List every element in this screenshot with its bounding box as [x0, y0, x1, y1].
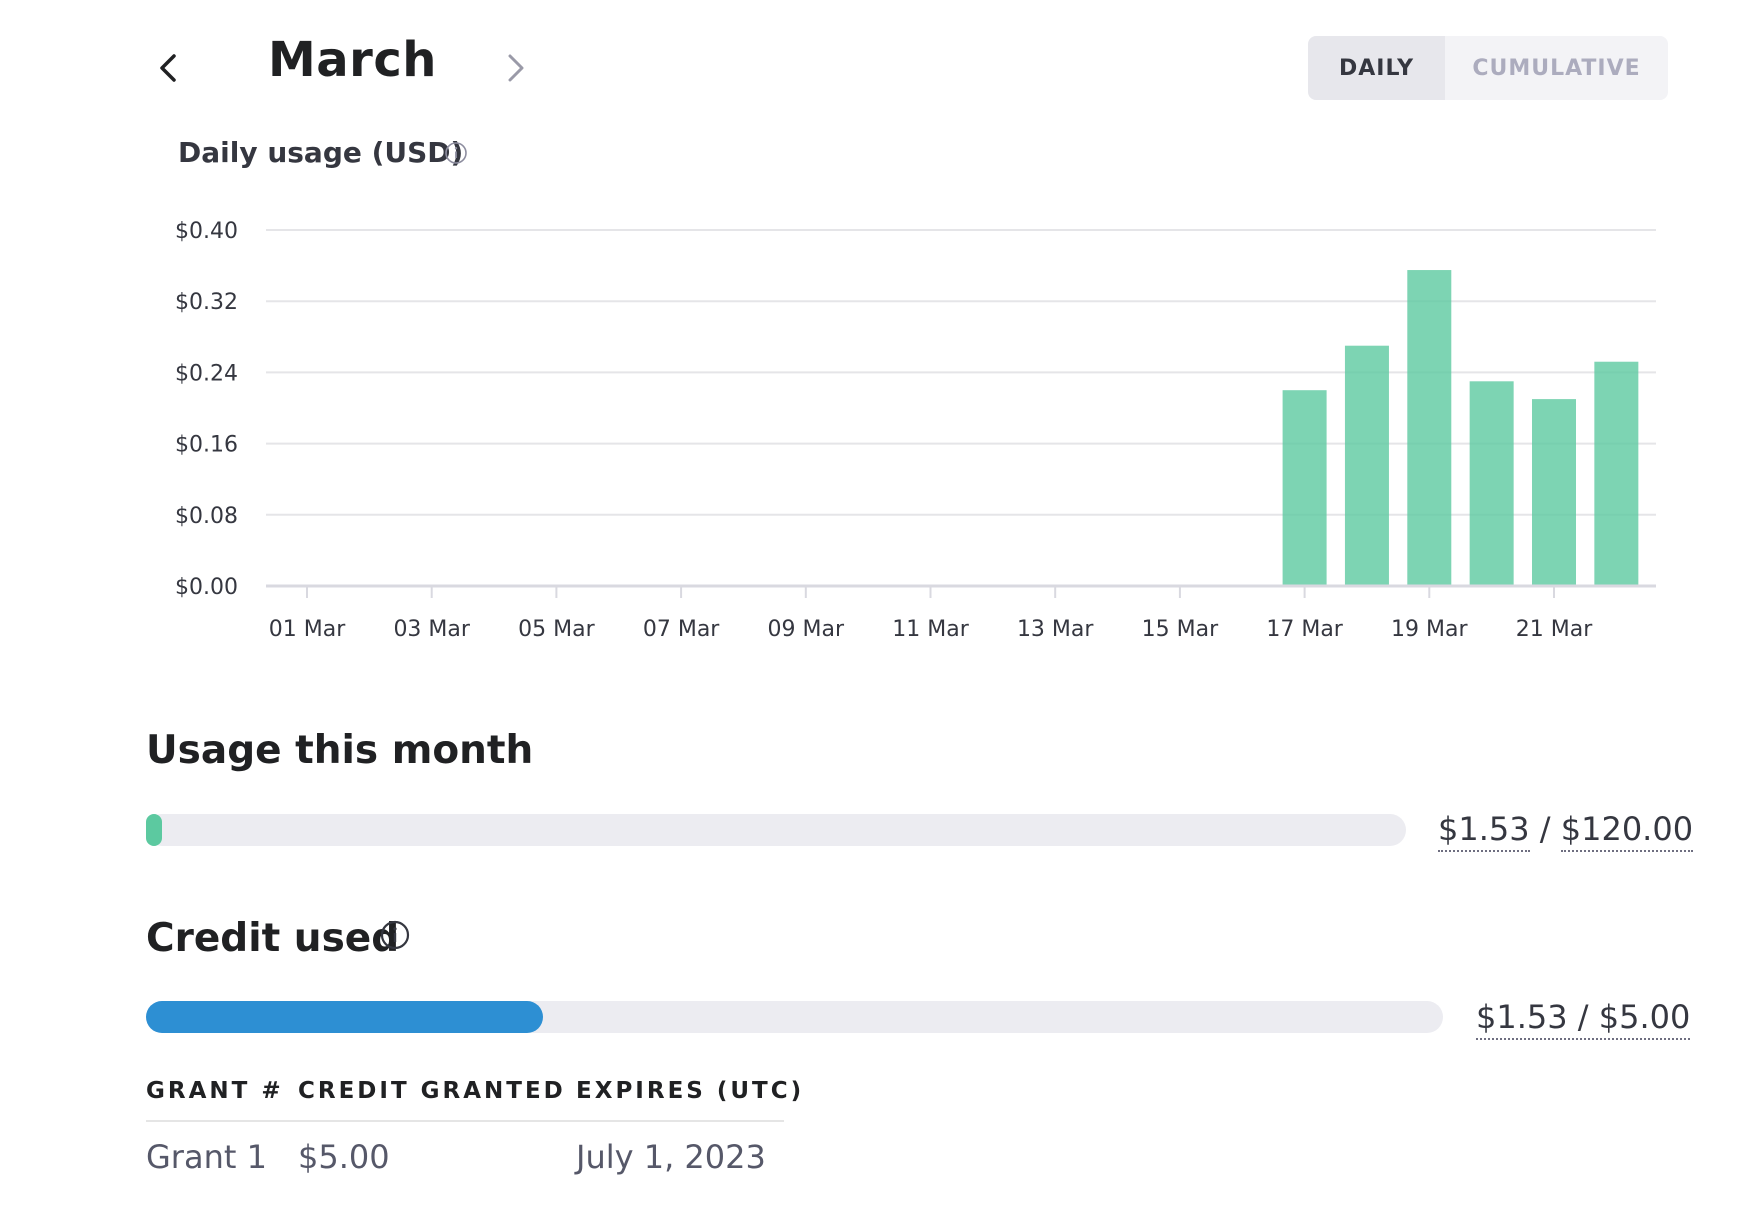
chart-bar — [1344, 345, 1389, 586]
usage-progress-fill — [146, 814, 163, 846]
credit-granted-header: CREDIT GRANTED — [298, 1078, 566, 1104]
y-axis-ticks: $0.40 $0.32 $0.24 $0.16 $0.08 $0.00 — [175, 219, 238, 600]
info-icon — [445, 142, 467, 164]
grant-expiry-cell: July 1, 2023 — [576, 1138, 766, 1176]
y-tick-label: $0.32 — [175, 290, 238, 315]
grant-number-header: GRANT # — [146, 1078, 284, 1104]
chart-bar — [1469, 381, 1514, 586]
toggle-daily-button[interactable]: DAILY — [1308, 36, 1445, 100]
chart-bars — [1282, 270, 1639, 586]
info-icon — [380, 920, 410, 950]
usage-amount: $1.53 / $120.00 — [1438, 810, 1694, 852]
grant-name-cell: Grant 1 — [146, 1138, 267, 1176]
usage-used-value[interactable]: $1.53 — [1438, 810, 1530, 852]
x-tick-label: 05 Mar — [518, 617, 595, 642]
view-toggle: DAILY CUMULATIVE — [1308, 36, 1668, 100]
x-tick-label: 09 Mar — [768, 617, 845, 642]
chart-info-button[interactable] — [444, 141, 468, 169]
x-tick-label: 19 Mar — [1391, 617, 1468, 642]
toggle-cumulative-button[interactable]: CUMULATIVE — [1445, 36, 1668, 100]
chart-title: Daily usage (USD) — [178, 136, 464, 169]
expires-header: EXPIRES (UTC) — [576, 1078, 805, 1104]
credit-total-value: $5.00 — [1598, 998, 1691, 1036]
x-tick-label: 17 Mar — [1266, 617, 1343, 642]
previous-month-button[interactable] — [152, 48, 188, 88]
usage-this-month-title: Usage this month — [146, 728, 534, 773]
usage-separator: / — [1539, 810, 1551, 848]
grant-amount-cell: $5.00 — [298, 1138, 390, 1176]
x-axis: 01 Mar 03 Mar 05 Mar 07 Mar 09 Mar 11 Mar 13 M… — [266, 584, 1656, 642]
credit-used-value: $1.53 — [1476, 998, 1568, 1036]
next-month-button[interactable] — [498, 48, 534, 88]
credit-progress-fill — [146, 1001, 543, 1033]
x-tick-label: 15 Mar — [1142, 617, 1219, 642]
x-tick-label: 01 Mar — [269, 617, 346, 642]
credit-amount-value[interactable]: $1.53 / $5.00 — [1476, 998, 1691, 1040]
usage-limit-value[interactable]: $120.00 — [1560, 810, 1694, 852]
credit-separator: / — [1577, 998, 1589, 1036]
chart-bar — [1282, 390, 1327, 586]
x-tick-label: 21 Mar — [1516, 617, 1593, 642]
y-tick-label: $0.24 — [175, 361, 238, 386]
y-tick-label: $0.16 — [175, 433, 238, 458]
chart-bar — [1407, 270, 1452, 586]
x-tick-label: 07 Mar — [643, 617, 720, 642]
chevron-right-icon — [508, 54, 524, 82]
credit-info-button[interactable] — [380, 920, 410, 954]
y-tick-label: $0.40 — [175, 219, 238, 244]
daily-usage-chart: $0.40 $0.32 $0.24 $0.16 $0.08 $0.00 01 Mar 03 … — [175, 219, 1656, 642]
month-title: March — [268, 32, 437, 88]
y-tick-label: $0.00 — [175, 575, 238, 600]
chevron-left-icon — [160, 54, 176, 82]
credit-used-title: Credit used — [146, 916, 400, 961]
chart-bar — [1532, 399, 1576, 586]
usage-progress-track — [146, 814, 1406, 846]
table-divider — [146, 1120, 784, 1122]
chart-bar — [1594, 361, 1639, 586]
y-tick-label: $0.08 — [175, 504, 238, 529]
x-tick-label: 03 Mar — [393, 617, 470, 642]
x-tick-label: 13 Mar — [1017, 617, 1094, 642]
credit-amount[interactable]: $1.53 / $5.00 — [1476, 998, 1691, 1040]
x-tick-label: 11 Mar — [892, 617, 969, 642]
